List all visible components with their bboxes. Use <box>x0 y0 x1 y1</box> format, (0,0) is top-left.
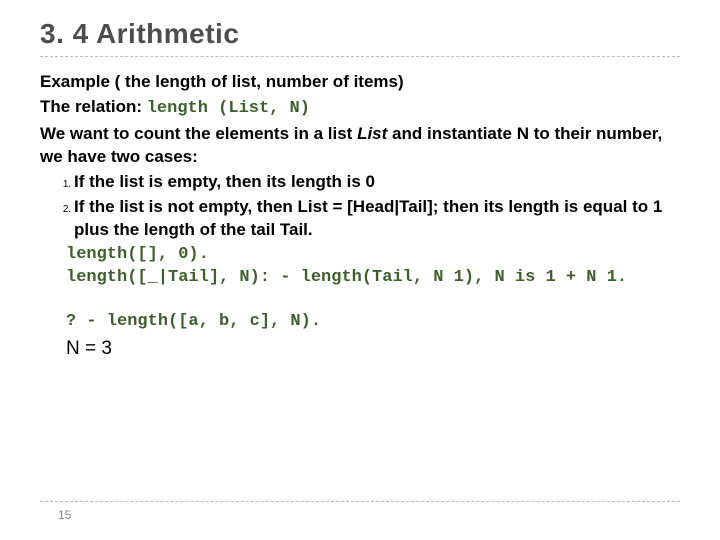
cases-list: If the list is empty, then its length is… <box>74 171 680 242</box>
result-line: N = 3 <box>66 336 680 362</box>
page-number: 15 <box>58 508 71 522</box>
list-item: If the list is empty, then its length is… <box>74 171 680 194</box>
code-line: length([_|Tail], N): - length(Tail, N 1)… <box>66 267 680 290</box>
list-item: If the list is not empty, then List = [H… <box>74 196 680 242</box>
code-block: length([], 0). length([_|Tail], N): - le… <box>66 244 680 290</box>
intro-list-word: List <box>357 124 387 143</box>
footer-divider <box>40 501 680 502</box>
slide: 3. 4 Arithmetic Example ( the length of … <box>0 0 720 540</box>
query-block: ? - length([a, b, c], N). <box>66 311 680 334</box>
relation-code: length (List, N) <box>147 99 310 118</box>
example-heading: Example ( the length of list, number of … <box>40 71 680 94</box>
query-line: ? - length([a, b, c], N). <box>66 311 680 334</box>
title-divider <box>40 56 680 57</box>
intro-line: We want to count the elements in a list … <box>40 123 680 169</box>
slide-body: Example ( the length of list, number of … <box>40 71 680 362</box>
slide-title: 3. 4 Arithmetic <box>40 18 680 50</box>
relation-line: The relation: length (List, N) <box>40 96 680 121</box>
intro-part1: We want to count the elements in a list <box>40 124 357 143</box>
relation-label: The relation: <box>40 97 147 116</box>
slide-footer: 15 <box>40 501 680 524</box>
code-line: length([], 0). <box>66 244 680 267</box>
